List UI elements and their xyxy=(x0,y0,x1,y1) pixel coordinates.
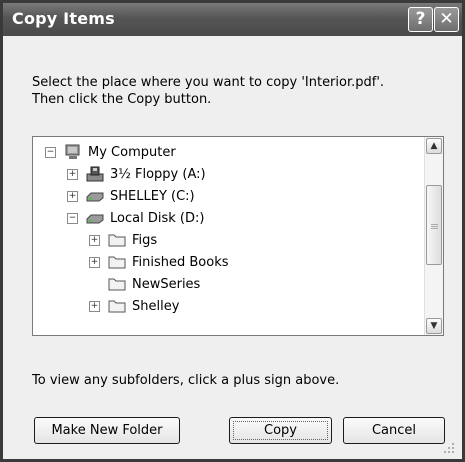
tree-item-label: Finished Books xyxy=(132,254,229,270)
folder-tree[interactable]: − My Computer + 3½ Floppy (A:) + SHELLEY… xyxy=(32,136,444,336)
folder-icon xyxy=(108,278,126,291)
folder-icon xyxy=(108,300,126,313)
scroll-down-button[interactable]: ▼ xyxy=(426,318,442,334)
tree-item-label: Figs xyxy=(132,232,158,248)
dialog-title: Copy Items xyxy=(12,9,115,28)
tree-item-label: 3½ Floppy (A:) xyxy=(110,166,206,182)
expand-toggle[interactable]: + xyxy=(67,168,78,180)
scroll-up-button[interactable]: ▲ xyxy=(426,138,442,154)
subfolder-hint: To view any subfolders, click a plus sig… xyxy=(32,373,340,388)
tree-item-floppy-a[interactable]: + 3½ Floppy (A:) xyxy=(67,164,206,184)
computer-icon xyxy=(65,144,80,159)
folder-icon xyxy=(108,234,126,247)
tree-item-drive-d[interactable]: − Local Disk (D:) xyxy=(67,208,204,228)
tree-item-label: My Computer xyxy=(88,144,176,160)
close-button[interactable]: ✕ xyxy=(434,7,459,32)
copy-button[interactable]: Copy xyxy=(229,417,332,444)
tree-item-finished-books[interactable]: + Finished Books xyxy=(89,252,229,272)
tree-item-shelley[interactable]: + Shelley xyxy=(89,296,179,316)
tree-item-label: NewSeries xyxy=(132,276,201,292)
tree-item-figs[interactable]: + Figs xyxy=(89,230,157,250)
make-new-folder-button[interactable]: Make New Folder xyxy=(34,417,180,444)
folder-icon xyxy=(108,256,126,269)
expand-toggle[interactable]: + xyxy=(89,256,100,268)
title-bar[interactable]: Copy Items ? ✕ xyxy=(3,3,462,36)
expand-toggle[interactable]: + xyxy=(89,300,100,312)
tree-item-drive-c[interactable]: + SHELLEY (C:) xyxy=(67,186,195,206)
hard-drive-icon xyxy=(86,192,104,202)
collapse-toggle[interactable]: − xyxy=(67,212,78,224)
vertical-scrollbar[interactable]: ▲ ▼ xyxy=(424,137,443,335)
resize-grip-icon[interactable] xyxy=(442,441,456,455)
cancel-button[interactable]: Cancel xyxy=(343,417,445,444)
focus-ring xyxy=(233,421,328,440)
tree-item-label: SHELLEY (C:) xyxy=(110,188,195,204)
tree-item-label: Local Disk (D:) xyxy=(110,210,205,226)
hard-drive-icon xyxy=(86,214,104,224)
scroll-thumb[interactable] xyxy=(426,185,442,265)
tree-item-label: Shelley xyxy=(132,298,180,314)
tree-item-my-computer[interactable]: − My Computer xyxy=(45,142,176,162)
grip-icon xyxy=(431,224,438,225)
floppy-drive-icon xyxy=(86,166,104,182)
instructions-line-1: Select the place where you want to copy … xyxy=(32,75,385,90)
expand-toggle[interactable]: + xyxy=(89,234,100,246)
collapse-toggle[interactable]: − xyxy=(45,146,56,158)
expand-toggle[interactable]: + xyxy=(67,190,78,202)
instructions-text: Select the place where you want to copy … xyxy=(32,74,442,108)
help-button[interactable]: ? xyxy=(408,7,433,32)
instructions-line-2: Then click the Copy button. xyxy=(32,92,212,107)
tree-item-newseries[interactable]: NewSeries xyxy=(89,274,200,294)
